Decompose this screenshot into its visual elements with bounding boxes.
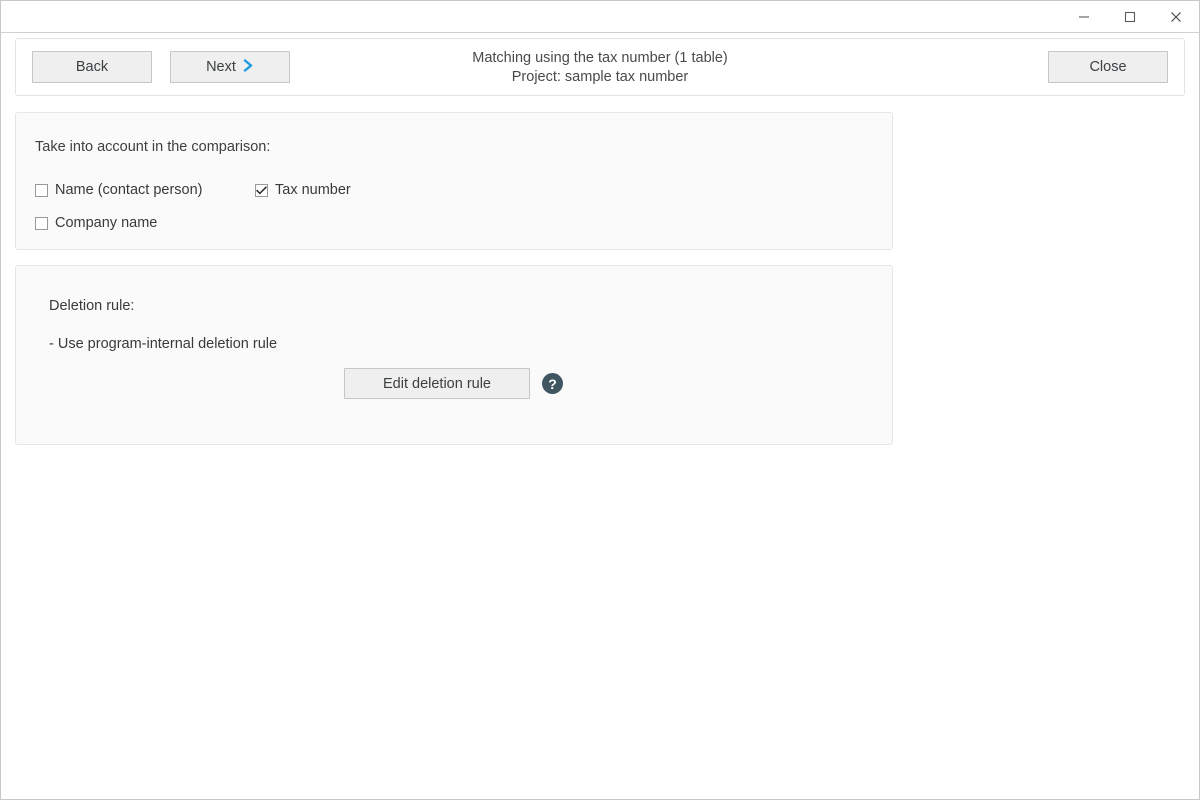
next-button[interactable]: Next [170,51,290,83]
back-button-label: Back [76,59,108,75]
minimize-icon [1078,11,1090,23]
comparison-options-row-2: Company name [35,212,892,234]
toolbar-region: Back Next Matching using the tax number … [1,33,1199,96]
checkbox-label: Company name [55,215,157,231]
deletion-rule-panel: Deletion rule: - Use program-internal de… [15,265,893,445]
deletion-rule-heading: Deletion rule: [49,298,892,314]
next-button-label: Next [206,59,236,75]
chevron-right-icon [243,59,254,76]
checkbox-label: Name (contact person) [55,182,202,198]
checkbox-box[interactable] [35,217,48,230]
close-dialog-label: Close [1089,59,1126,75]
comparison-heading: Take into account in the comparison: [35,139,892,155]
edit-deletion-rule-label: Edit deletion rule [383,376,491,392]
wizard-toolbar: Back Next Matching using the tax number … [15,38,1185,96]
checkbox-box[interactable] [35,184,48,197]
checkbox-box-checked[interactable] [255,184,268,197]
close-dialog-button[interactable]: Close [1048,51,1168,83]
edit-deletion-rule-button[interactable]: Edit deletion rule [344,368,530,399]
help-glyph: ? [548,377,557,391]
maximize-icon [1124,11,1136,23]
back-button[interactable]: Back [32,51,152,83]
check-icon [256,186,267,195]
checkbox-company-name[interactable]: Company name [35,215,255,231]
deletion-rule-actions: Edit deletion rule ? [344,368,563,399]
close-icon [1170,11,1182,23]
content-area: Take into account in the comparison: Nam… [1,96,1199,445]
checkbox-tax-number[interactable]: Tax number [255,182,351,198]
application-window: Back Next Matching using the tax number … [0,0,1200,800]
help-circle-icon[interactable]: ? [542,373,563,394]
comparison-options-row-1: Name (contact person) Tax number [35,179,892,201]
deletion-rule-value: - Use program-internal deletion rule [49,336,892,352]
close-button[interactable] [1153,1,1199,32]
title-bar [1,1,1199,33]
comparison-options: Name (contact person) Tax number [35,179,892,234]
checkbox-label: Tax number [275,182,351,198]
maximize-button[interactable] [1107,1,1153,32]
minimize-button[interactable] [1061,1,1107,32]
comparison-panel: Take into account in the comparison: Nam… [15,112,893,250]
checkbox-name-contact-person[interactable]: Name (contact person) [35,182,255,198]
